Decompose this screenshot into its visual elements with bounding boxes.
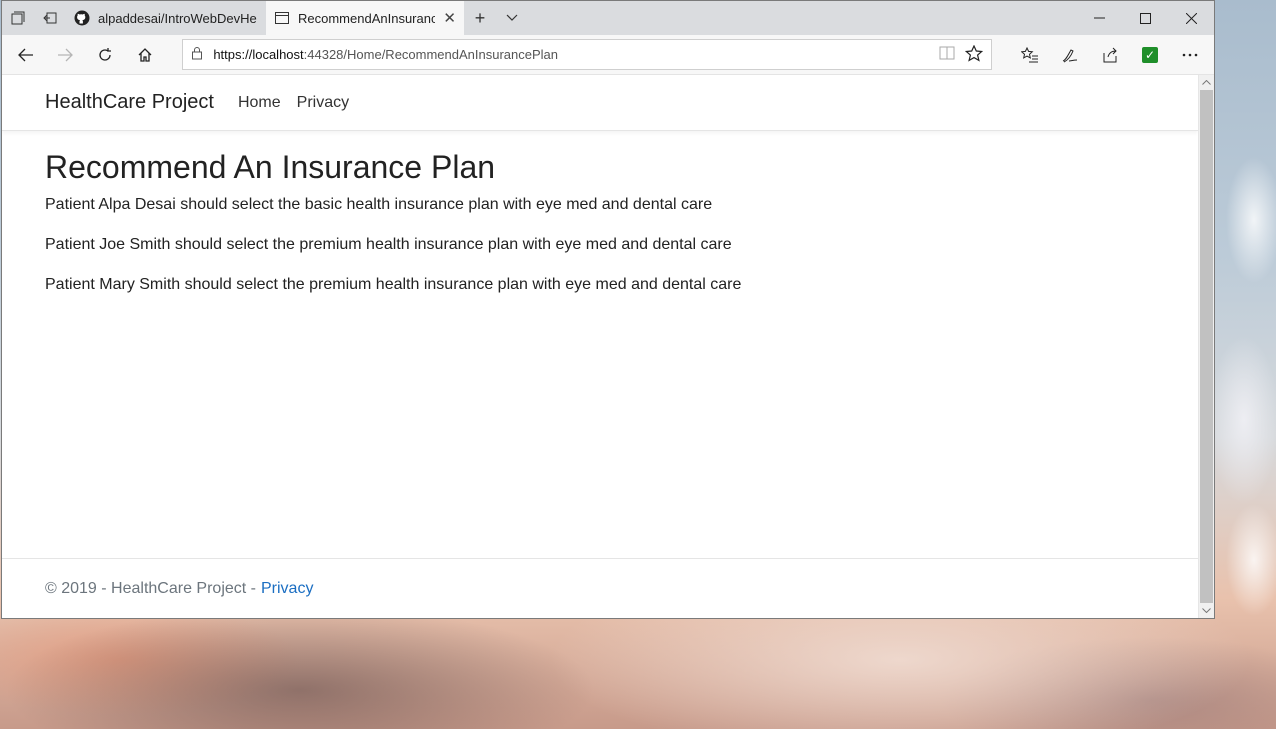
- page-title: Recommend An Insurance Plan: [45, 149, 496, 185]
- main-content: Recommend An Insurance Plan Patient Alpa…: [2, 131, 1198, 334]
- nav-link-privacy[interactable]: Privacy: [297, 94, 349, 112]
- address-bar[interactable]: https://localhost:44328/Home/RecommendAn…: [182, 39, 992, 70]
- recommendation-line: Patient Alpa Desai should select the bas…: [45, 196, 713, 213]
- page-icon: [274, 10, 290, 26]
- page-viewport: HealthCare Project Home Privacy Recommen…: [2, 75, 1214, 618]
- nav-link-home[interactable]: Home: [238, 94, 281, 112]
- window-controls: [1076, 1, 1214, 35]
- tab-close-icon[interactable]: ✕: [443, 9, 456, 27]
- url-text[interactable]: https://localhost:44328/Home/RecommendAn…: [213, 47, 929, 62]
- vertical-scrollbar[interactable]: [1198, 75, 1214, 618]
- recommendation-line: Patient Joe Smith should select the prem…: [45, 236, 732, 253]
- close-window-icon[interactable]: [1168, 1, 1214, 35]
- recommendation-line: Patient Mary Smith should select the pre…: [45, 276, 742, 293]
- tab-manager-icon[interactable]: [2, 1, 34, 35]
- site-footer: © 2019 - HealthCare Project - Privacy: [2, 558, 1198, 618]
- set-aside-tabs-icon[interactable]: [34, 1, 66, 35]
- footer-privacy-link[interactable]: Privacy: [261, 580, 313, 598]
- maximize-icon[interactable]: [1122, 1, 1168, 35]
- address-toolbar: https://localhost:44328/Home/RecommendAn…: [2, 35, 1214, 75]
- more-menu-icon[interactable]: [1170, 39, 1210, 71]
- scrollbar-thumb[interactable]: [1200, 90, 1213, 603]
- extension-check-icon[interactable]: ✓: [1130, 39, 1170, 71]
- forward-arrow-icon[interactable]: [46, 39, 86, 71]
- github-icon: [74, 10, 90, 26]
- tab-github[interactable]: alpaddesai/IntroWebDevHe: [66, 1, 266, 35]
- new-tab-button[interactable]: +: [464, 1, 496, 35]
- minimize-icon[interactable]: [1076, 1, 1122, 35]
- tab-recommend-insurance[interactable]: RecommendAnInsuranc ✕: [266, 1, 464, 35]
- scroll-up-icon[interactable]: [1199, 75, 1214, 90]
- footer-copyright: © 2019 - HealthCare Project -: [45, 579, 256, 597]
- favorites-list-icon[interactable]: [1010, 39, 1050, 71]
- tab-preview-chevron-icon[interactable]: [496, 1, 528, 35]
- web-page: HealthCare Project Home Privacy Recommen…: [2, 75, 1198, 618]
- right-toolbar: ✓: [1010, 39, 1210, 71]
- url-host: https://localhost: [213, 47, 304, 62]
- desktop-clouds: [1214, 0, 1276, 729]
- home-icon[interactable]: [125, 39, 165, 71]
- site-header: HealthCare Project Home Privacy: [2, 75, 1198, 131]
- back-arrow-icon[interactable]: [6, 39, 46, 71]
- tab-label: RecommendAnInsuranc: [298, 10, 436, 26]
- tab-strip: alpaddesai/IntroWebDevHe RecommendAnInsu…: [2, 1, 1214, 35]
- refresh-icon[interactable]: [85, 39, 125, 71]
- scroll-down-icon[interactable]: [1199, 603, 1214, 618]
- pen-notes-icon[interactable]: [1050, 39, 1090, 71]
- share-icon[interactable]: [1090, 39, 1130, 71]
- favorite-star-icon[interactable]: [964, 44, 984, 65]
- browser-window: alpaddesai/IntroWebDevHe RecommendAnInsu…: [1, 0, 1215, 619]
- reading-view-icon[interactable]: [939, 46, 955, 63]
- tab-label: alpaddesai/IntroWebDevHe: [98, 10, 257, 26]
- site-brand[interactable]: HealthCare Project: [45, 91, 214, 114]
- lock-icon: [191, 46, 203, 63]
- url-path: :44328/Home/RecommendAnInsurancePlan: [303, 47, 559, 62]
